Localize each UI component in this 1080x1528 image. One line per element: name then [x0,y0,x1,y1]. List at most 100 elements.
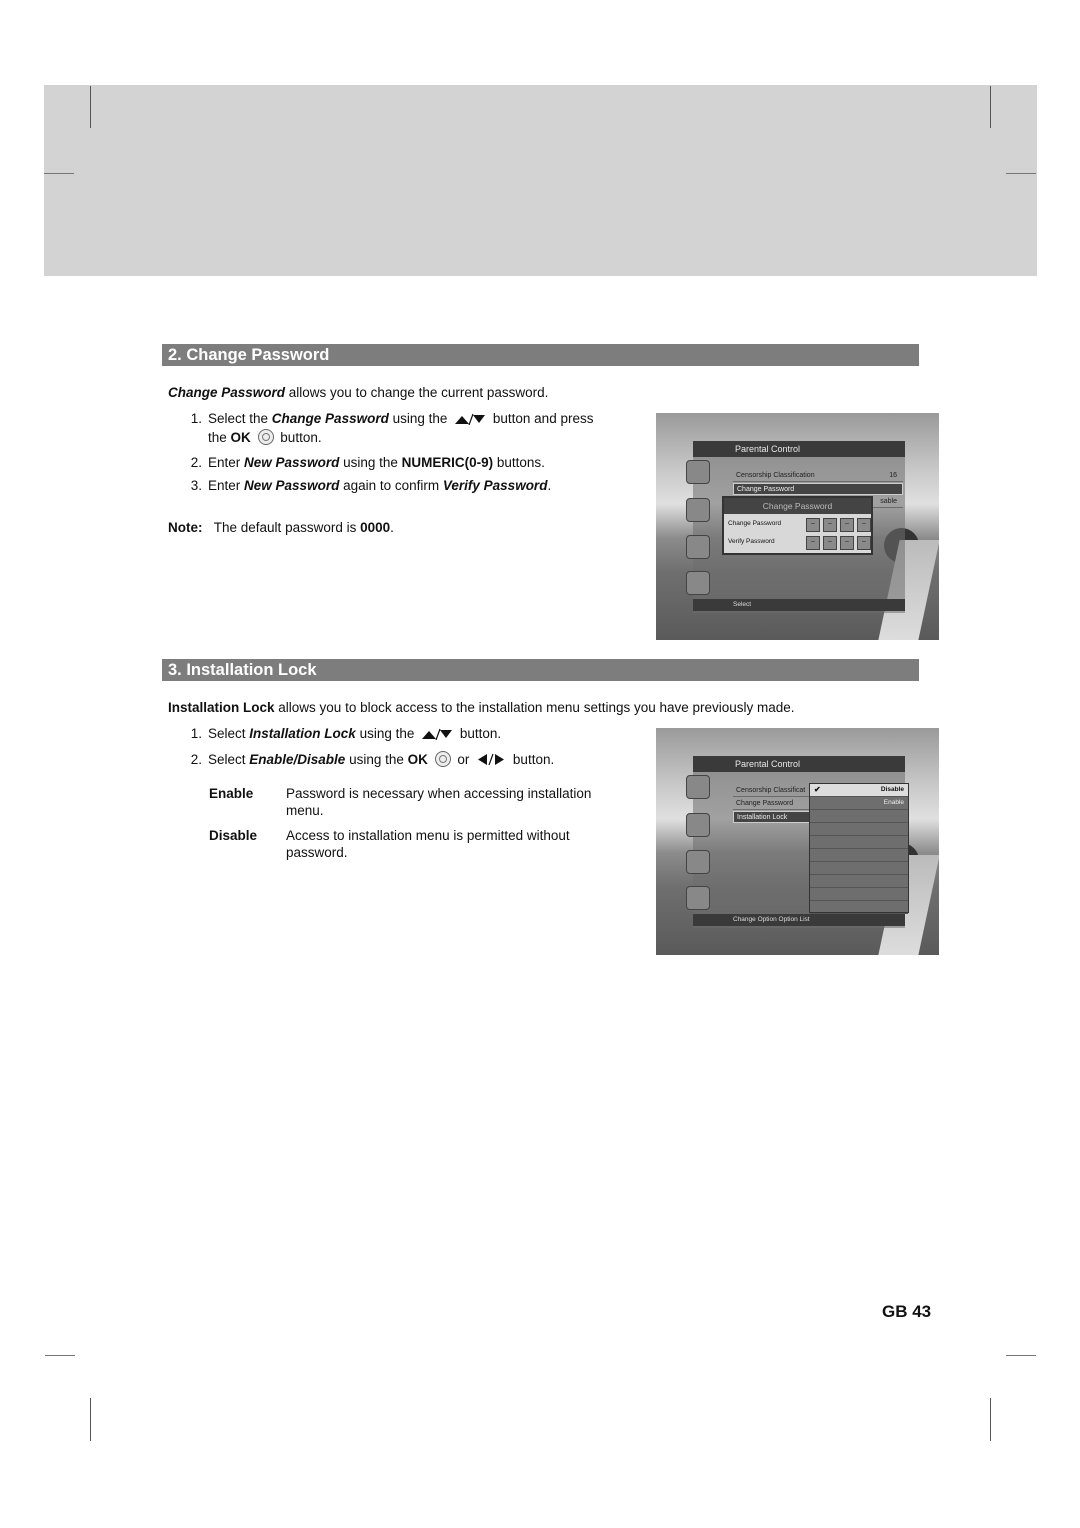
note-label: Note: [168,520,203,535]
step-2: 2. Select Enable/Disable using the OK or … [180,751,554,768]
section-heading-change-password: 2. Change Password [162,344,919,366]
tools-icon [686,886,710,910]
verify-digits: – – – – [806,536,871,550]
crop-mark [1006,173,1036,174]
row-value: sable [880,498,897,505]
option-item: Enable [810,797,908,810]
step-text: using the [388,411,448,426]
option-item-empty [810,888,908,901]
digit-box: – [806,536,820,550]
option-item-empty [810,862,908,875]
note-text: The default password is [213,520,361,535]
up-down-arrow-icon [422,728,453,740]
crop-mark [44,173,74,174]
step-term: NUMERIC(0-9) [401,455,494,470]
installation-lock-intro: Installation Lock allows you to block ac… [168,699,795,716]
digit-box: – [840,518,854,532]
crop-mark [990,86,991,128]
digit-box: – [857,536,871,550]
step-text: the [208,430,231,445]
step-number: 1. [190,411,202,426]
row-label: Change Password [737,486,795,493]
step-1: 1. Select the Change Password using the b… [180,410,594,427]
page-number: GB 43 [882,1302,932,1321]
step-number: 2. [190,752,202,767]
option-item-empty [810,810,908,823]
field-label: Verify Password [728,538,775,545]
note-value: 0000 [360,520,391,535]
password-digits: – – – – [806,518,871,532]
note-text: . [390,520,394,535]
step-text: buttons. [493,455,545,470]
change-password-intro: Change Password allows you to change the… [168,384,548,401]
step-1: 1. Select Installation Lock using the but… [180,725,501,742]
digit-box: – [840,536,854,550]
step-term: New Password [244,478,340,493]
option-item-empty [810,849,908,862]
crop-mark [90,1398,91,1441]
crop-mark [990,1398,991,1441]
menu-footer: Select [693,599,905,611]
menu-title: Parental Control [693,441,905,457]
ok-button-icon [434,751,451,767]
menu-footer: Change Option Option List [693,914,905,926]
option-item-empty [810,823,908,836]
option-list: ✔ Disable Enable [809,783,909,914]
parental-icon [686,498,710,522]
step-term: Change Password [271,411,389,426]
crop-mark [45,1355,75,1356]
ok-label: OK [230,430,251,445]
row-value: 16 [889,472,897,479]
row-label: Change Password [736,800,794,807]
digit-box: – [823,518,837,532]
header-band [44,85,1037,276]
intro-term: Change Password [168,385,286,400]
menu-row: Censorship Classification 16 [733,470,903,482]
step-number: 2. [190,455,202,470]
step-term: Enable/Disable [249,752,346,767]
option-item-empty [810,875,908,888]
digit-box: – [806,518,820,532]
intro-text: allows you to block access to the instal… [274,700,795,715]
step-text: or [453,752,470,767]
crop-mark [1006,1355,1036,1356]
note: Note: The default password is 0000. [168,519,394,536]
step-text: button and press [489,411,594,426]
menu-title: Parental Control [693,756,905,772]
option-label: Enable [883,799,904,806]
step-term: Installation Lock [249,726,356,741]
change-password-dialog: Change Password Change Password – – – – … [722,496,873,555]
section-heading-installation-lock: 3. Installation Lock [162,659,919,681]
intro-text: allows you to change the current passwor… [285,385,549,400]
definition-term-enable: Enable [209,786,254,801]
option-item-empty [810,836,908,849]
settings-icon [686,460,710,484]
step-text: Enter [208,455,245,470]
step-2: 2. Enter New Password using the NUMERIC(0… [180,454,545,471]
step-text: Select [208,726,250,741]
step-text: button. [509,752,555,767]
dialog-title: Change Password [724,498,871,514]
menu-row-selected: Change Password [733,483,903,495]
check-icon: ✔ [814,785,821,794]
ok-label: OK [407,752,428,767]
digit-box: – [857,518,871,532]
row-label: Installation Lock [737,814,788,821]
row-label: Censorship Classificat [736,787,806,794]
field-label: Change Password [728,520,782,527]
digit-box: – [823,536,837,550]
up-down-arrow-icon [455,413,486,425]
step-term: Verify Password [442,478,548,493]
step-text: using the [339,455,402,470]
option-label: Disable [880,786,904,793]
row-label: Censorship Classification [736,472,815,479]
tools-icon [686,571,710,595]
folder-icon [686,535,710,559]
step-text: using the [355,726,415,741]
step-3: 3. Enter New Password again to confirm Ve… [180,477,551,494]
step-number: 3. [190,478,202,493]
step-text: button. [276,430,322,445]
step-text: button. [456,726,502,741]
tv-screenshot-change-password: Parental Control Censorship Classificati… [656,413,939,640]
settings-icon [686,775,710,799]
